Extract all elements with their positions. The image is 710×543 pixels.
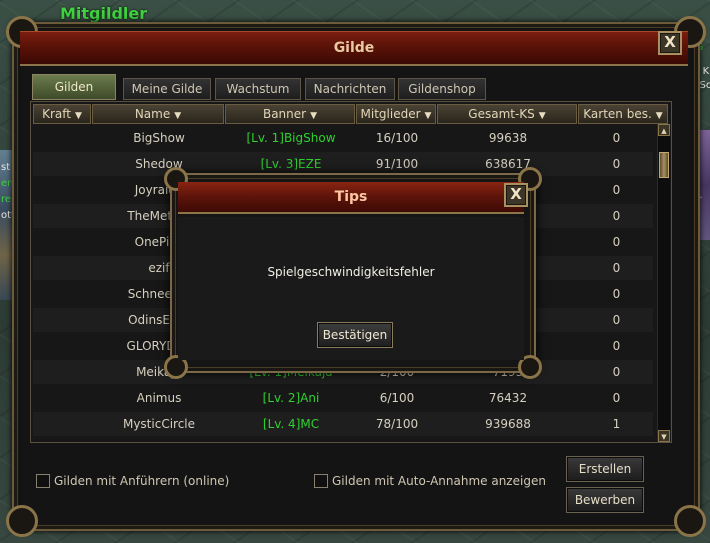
table-row[interactable]: BigShow [Lv. 1]BigShow 16/100 99638 0 bbox=[33, 126, 653, 150]
row-cell-banner: [Lv. 4]MC bbox=[262, 417, 320, 431]
column-header-name[interactable]: Name ▼ bbox=[92, 104, 224, 124]
row-cell-maps: 0 bbox=[612, 235, 621, 249]
tab-nachrichten[interactable]: Nachrichten bbox=[305, 78, 395, 100]
confirm-button[interactable]: Bestätigen bbox=[317, 322, 393, 348]
scroll-up-icon[interactable]: ▲ bbox=[658, 124, 670, 136]
sort-arrow-icon: ▼ bbox=[74, 111, 82, 121]
table-row[interactable]: MysticCircle [Lv. 4]MC 78/100 939688 1 bbox=[33, 412, 653, 436]
sort-arrow-icon: ▼ bbox=[538, 111, 546, 121]
row-cell-banner: [Lv. 2]Ani bbox=[262, 391, 320, 405]
column-header-banner[interactable]: Banner ▼ bbox=[225, 104, 355, 124]
column-header-gesamt-ks[interactable]: Gesamt-KS ▼ bbox=[437, 104, 577, 124]
frame-ornament bbox=[674, 505, 706, 537]
tab-wachstum[interactable]: Wachstum bbox=[215, 78, 301, 100]
sort-arrow-icon: ▼ bbox=[310, 111, 318, 121]
sort-arrow-icon: ▼ bbox=[174, 111, 182, 121]
row-cell-maps: 0 bbox=[612, 157, 621, 171]
column-header-mitglieder[interactable]: Mitglieder ▼ bbox=[356, 104, 436, 124]
filter-online-leaders-label: Gilden mit Anführern (online) bbox=[54, 474, 230, 488]
row-cell-ks: 939688 bbox=[485, 417, 531, 431]
row-cell-maps: 0 bbox=[612, 365, 621, 379]
row-cell-maps: 0 bbox=[612, 209, 621, 223]
dialog-message: Spielgeschwindigkeitsfehler bbox=[267, 265, 435, 279]
tab-gilden[interactable]: Gilden bbox=[32, 74, 116, 100]
window-title: Gilde bbox=[333, 40, 375, 56]
scrollbar[interactable]: ▲ ▼ bbox=[657, 124, 670, 442]
tips-body: Spielgeschwindigkeitsfehler Bestätigen bbox=[178, 217, 524, 360]
tab-meine-gilde[interactable]: Meine Gilde bbox=[123, 78, 211, 100]
tab-gildenshop[interactable]: Gildenshop bbox=[398, 78, 486, 100]
filter-auto-accept-label: Gilden mit Auto-Annahme anzeigen bbox=[332, 474, 546, 488]
frame-ornament bbox=[6, 505, 38, 537]
table-row[interactable]: Animus [Lv. 2]Ani 6/100 76432 0 bbox=[33, 386, 653, 410]
row-cell-ks: 99638 bbox=[488, 131, 528, 145]
row-cell-maps: 0 bbox=[612, 339, 621, 353]
guild-title-bar: Gilde bbox=[20, 31, 688, 66]
row-cell-members: 16/100 bbox=[375, 131, 419, 145]
checkbox-auto-accept[interactable] bbox=[314, 474, 328, 488]
sort-arrow-icon: ▼ bbox=[655, 111, 663, 121]
row-cell-maps: 0 bbox=[612, 391, 621, 405]
row-cell-maps: 0 bbox=[612, 183, 621, 197]
close-icon[interactable]: X bbox=[658, 31, 682, 55]
row-cell-name: MysticCircle bbox=[122, 417, 196, 431]
create-guild-button[interactable]: Erstellen bbox=[566, 456, 644, 482]
dialog-close-icon[interactable]: X bbox=[504, 183, 528, 207]
scroll-thumb[interactable] bbox=[659, 152, 669, 178]
row-cell-name: BigShow bbox=[133, 131, 185, 145]
row-cell-members: 78/100 bbox=[375, 417, 419, 431]
row-cell-members: 6/100 bbox=[379, 391, 415, 405]
row-cell-banner: [Lv. 1]BigShow bbox=[246, 131, 336, 145]
row-cell-maps: 0 bbox=[612, 261, 621, 275]
world-text-left-1: st bbox=[1, 162, 11, 173]
row-cell-ks: 76432 bbox=[488, 391, 528, 405]
row-cell-maps: 1 bbox=[612, 417, 621, 431]
sort-arrow-icon: ▼ bbox=[424, 111, 432, 121]
scroll-down-icon[interactable]: ▼ bbox=[658, 430, 670, 442]
tips-title-bar: Tips bbox=[178, 182, 524, 214]
row-cell-maps: 0 bbox=[612, 287, 621, 301]
row-cell-name: Animus bbox=[136, 391, 182, 405]
dialog-title: Tips bbox=[334, 189, 368, 205]
column-header-karten[interactable]: Karten bes. ▼ bbox=[578, 104, 668, 124]
checkbox-online-leaders[interactable] bbox=[36, 474, 50, 488]
row-cell-maps: 0 bbox=[612, 131, 621, 145]
player-name-label: Mitgildler bbox=[60, 4, 148, 23]
column-header-kraft[interactable]: Kraft ▼ bbox=[33, 104, 91, 124]
row-cell-maps: 0 bbox=[612, 313, 621, 327]
tips-dialog: Tips X Spielgeschwindigkeitsfehler Bestä… bbox=[164, 167, 542, 379]
apply-guild-button[interactable]: Bewerben bbox=[566, 487, 644, 513]
